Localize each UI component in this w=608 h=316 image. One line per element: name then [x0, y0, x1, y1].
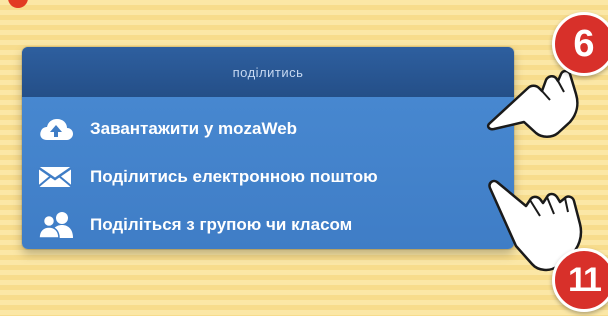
menu-item-label: Завантажити у mozaWeb	[90, 119, 298, 138]
share-menu-header: поділитись	[22, 47, 514, 97]
cloud-upload-icon	[38, 114, 76, 144]
envelope-icon	[38, 162, 76, 192]
step-number-badge: 11	[552, 248, 608, 312]
share-menu-list: Завантажити у mozaWeb Поділитись електро…	[22, 97, 514, 249]
step-number-badge: 6	[552, 12, 608, 76]
step-number: 6	[573, 22, 595, 65]
partial-title-fragment	[8, 0, 28, 8]
step-number: 11	[568, 260, 602, 299]
share-menu-title: поділитись	[232, 64, 304, 80]
menu-item-share-email[interactable]: Поділитись електронною поштою	[22, 153, 514, 201]
users-group-icon	[38, 210, 76, 240]
menu-item-share-group[interactable]: Поділіться з групою чи класом	[22, 201, 514, 249]
menu-item-label: Поділіться з групою чи класом	[90, 215, 353, 234]
menu-item-upload-mozaweb[interactable]: Завантажити у mozaWeb	[22, 105, 514, 153]
share-menu-panel: поділитись Завантажити у mozaWeb Поділит…	[22, 47, 514, 249]
menu-item-label: Поділитись електронною поштою	[90, 167, 378, 186]
